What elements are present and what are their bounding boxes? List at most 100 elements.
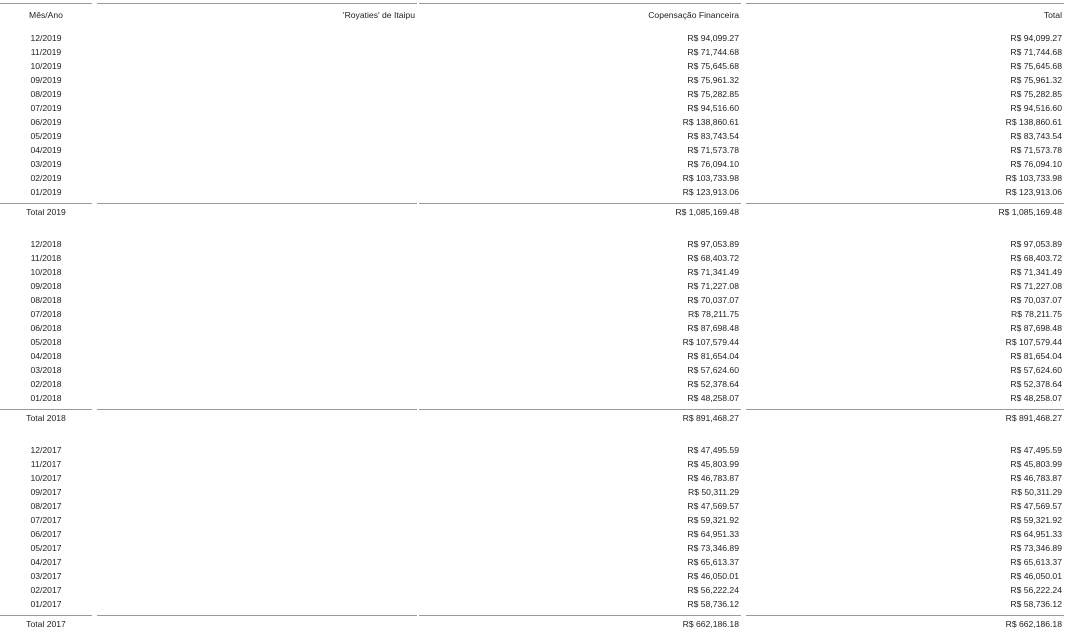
month-cell: 05/2019 <box>30 131 62 141</box>
month-cell: 09/2017 <box>30 487 62 497</box>
total-cell: R$ 65,613.37 <box>1010 557 1062 567</box>
compensacao-cell: R$ 64,951.33 <box>687 529 739 539</box>
compensacao-cell: R$ 103,733.98 <box>682 173 739 183</box>
total-cell: R$ 76,094.10 <box>1010 159 1062 169</box>
year-total-compensacao: R$ 891,468.27 <box>682 413 739 423</box>
compensacao-cell: R$ 97,053.89 <box>687 239 739 249</box>
compensacao-cell: R$ 75,282.85 <box>687 89 739 99</box>
month-cell: 12/2019 <box>30 33 62 43</box>
compensacao-cell: R$ 138,860.61 <box>682 117 739 127</box>
total-cell: R$ 50,311.29 <box>1011 487 1062 497</box>
compensacao-cell: R$ 56,222.24 <box>687 585 739 595</box>
compensacao-cell: R$ 73,346.89 <box>687 543 739 553</box>
total-cell: R$ 107,579.44 <box>1005 337 1062 347</box>
month-cell: 07/2018 <box>30 309 62 319</box>
total-rule <box>746 615 1064 616</box>
total-cell: R$ 59,321.92 <box>1010 515 1062 525</box>
month-cell: 09/2018 <box>30 281 62 291</box>
month-cell: 02/2019 <box>30 173 62 183</box>
compensacao-cell: R$ 59,321.92 <box>687 515 739 525</box>
total-rule <box>419 615 741 616</box>
header-top-rule <box>419 3 741 4</box>
total-cell: R$ 45,803.99 <box>1010 459 1062 469</box>
month-cell: 08/2017 <box>30 501 62 511</box>
total-cell: R$ 71,573.78 <box>1010 145 1062 155</box>
year-total-total: R$ 1,085,169.48 <box>998 207 1062 217</box>
compensacao-cell: R$ 48,258.07 <box>687 393 739 403</box>
total-rule <box>746 203 1064 204</box>
month-cell: 04/2018 <box>30 351 62 361</box>
compensacao-cell: R$ 71,573.78 <box>687 145 739 155</box>
month-cell: 03/2017 <box>30 571 62 581</box>
year-total-label: Total 2018 <box>26 413 66 423</box>
total-rule <box>0 203 92 204</box>
compensacao-cell: R$ 45,803.99 <box>687 459 739 469</box>
total-cell: R$ 71,227.08 <box>1010 281 1062 291</box>
compensacao-cell: R$ 52,378.64 <box>687 379 739 389</box>
month-cell: 04/2017 <box>30 557 62 567</box>
total-cell: R$ 81,654.04 <box>1010 351 1062 361</box>
month-cell: 06/2018 <box>30 323 62 333</box>
month-cell: 08/2018 <box>30 295 62 305</box>
report-page: Mês/Ano 'Royaties' de Itaipu Copensação … <box>0 0 1082 640</box>
compensacao-cell: R$ 68,403.72 <box>687 253 739 263</box>
header-top-rule <box>746 3 1064 4</box>
total-cell: R$ 47,495.59 <box>1010 445 1062 455</box>
month-cell: 03/2018 <box>30 365 62 375</box>
month-cell: 06/2019 <box>30 117 62 127</box>
compensacao-cell: R$ 65,613.37 <box>687 557 739 567</box>
compensacao-cell: R$ 76,094.10 <box>687 159 739 169</box>
month-cell: 01/2017 <box>30 599 62 609</box>
month-cell: 02/2017 <box>30 585 62 595</box>
compensacao-cell: R$ 107,579.44 <box>682 337 739 347</box>
column-header-royalties: 'Royaties' de Itaipu <box>342 10 415 20</box>
total-rule <box>0 615 92 616</box>
compensacao-cell: R$ 94,099.27 <box>687 33 739 43</box>
compensacao-cell: R$ 47,495.59 <box>687 445 739 455</box>
total-cell: R$ 68,403.72 <box>1010 253 1062 263</box>
compensacao-cell: R$ 71,744.68 <box>687 47 739 57</box>
total-cell: R$ 103,733.98 <box>1005 173 1062 183</box>
compensacao-cell: R$ 87,698.48 <box>687 323 739 333</box>
month-cell: 05/2018 <box>30 337 62 347</box>
month-cell: 12/2018 <box>30 239 62 249</box>
total-cell: R$ 138,860.61 <box>1005 117 1062 127</box>
total-cell: R$ 71,744.68 <box>1010 47 1062 57</box>
total-cell: R$ 87,698.48 <box>1010 323 1062 333</box>
compensacao-cell: R$ 46,783.87 <box>687 473 739 483</box>
compensacao-cell: R$ 46,050.01 <box>687 571 739 581</box>
total-cell: R$ 58,736.12 <box>1010 599 1062 609</box>
header-top-rule <box>97 3 417 4</box>
month-cell: 11/2017 <box>30 459 62 469</box>
month-cell: 11/2018 <box>30 253 62 263</box>
total-rule <box>97 615 417 616</box>
total-cell: R$ 46,050.01 <box>1010 571 1062 581</box>
month-cell: 11/2019 <box>30 47 62 57</box>
compensacao-cell: R$ 75,961.32 <box>687 75 739 85</box>
month-cell: 07/2017 <box>30 515 62 525</box>
month-cell: 06/2017 <box>30 529 62 539</box>
compensacao-cell: R$ 71,227.08 <box>687 281 739 291</box>
compensacao-cell: R$ 94,516.60 <box>687 103 739 113</box>
month-cell: 02/2018 <box>30 379 62 389</box>
month-cell: 07/2019 <box>30 103 62 113</box>
table-header: Mês/Ano 'Royaties' de Itaipu Copensação … <box>0 0 1082 24</box>
month-cell: 10/2019 <box>30 61 62 71</box>
total-cell: R$ 70,037.07 <box>1010 295 1062 305</box>
total-cell: R$ 57,624.60 <box>1010 365 1062 375</box>
year-total-compensacao: R$ 662,186.18 <box>682 619 739 629</box>
total-cell: R$ 97,053.89 <box>1010 239 1062 249</box>
year-total-label: Total 2019 <box>26 207 66 217</box>
compensacao-cell: R$ 75,645.68 <box>687 61 739 71</box>
compensacao-cell: R$ 58,736.12 <box>687 599 739 609</box>
compensacao-cell: R$ 123,913.06 <box>682 187 739 197</box>
year-total-label: Total 2017 <box>26 619 66 629</box>
total-rule <box>97 409 417 410</box>
total-cell: R$ 73,346.89 <box>1010 543 1062 553</box>
month-cell: 04/2019 <box>30 145 62 155</box>
compensacao-cell: R$ 70,037.07 <box>687 295 739 305</box>
total-rule <box>746 409 1064 410</box>
total-cell: R$ 94,099.27 <box>1010 33 1062 43</box>
column-header-mes-ano: Mês/Ano <box>29 10 63 20</box>
compensacao-cell: R$ 50,311.29 <box>688 487 739 497</box>
